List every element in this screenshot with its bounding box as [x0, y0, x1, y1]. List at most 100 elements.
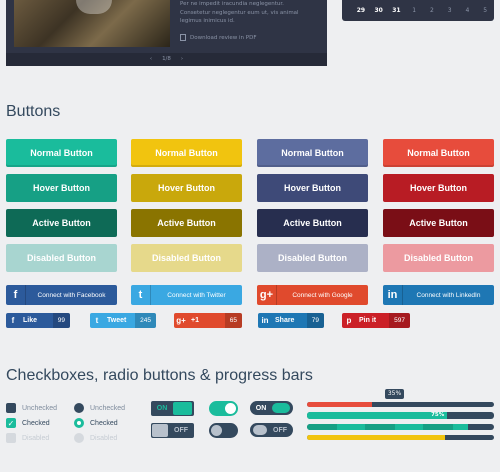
radio-dot[interactable]	[74, 403, 84, 413]
progress-tooltip: 35%	[385, 389, 404, 399]
active-button[interactable]: Active Button	[6, 209, 117, 237]
normal-button[interactable]: Normal Button	[257, 139, 368, 167]
facebook-icon: f	[11, 316, 15, 325]
active-button[interactable]: Active Button	[257, 209, 368, 237]
switch-off[interactable]	[209, 423, 238, 438]
hover-button[interactable]: Hover Button	[131, 174, 242, 202]
hover-button[interactable]: Hover Button	[257, 174, 368, 202]
checkbox-checked[interactable]: ✓ Checked	[6, 418, 50, 428]
progress-bar	[307, 424, 494, 430]
radio-checked[interactable]: Checked	[74, 418, 118, 428]
radio-dot[interactable]	[74, 418, 84, 428]
google-plus-icon: g+	[257, 285, 277, 305]
pill-toggle-off[interactable]: OFF	[250, 423, 293, 437]
checkbox-unchecked[interactable]: Unchecked	[6, 403, 57, 413]
normal-button[interactable]: Normal Button	[6, 139, 117, 167]
twitter-icon: t	[95, 316, 99, 325]
normal-button[interactable]: Normal Button	[383, 139, 494, 167]
pill-toggle-on[interactable]: ON	[250, 401, 293, 415]
share-label: Like	[23, 317, 38, 324]
prev-arrow-icon[interactable]: ‹	[150, 56, 152, 62]
progress-fill	[307, 424, 468, 430]
share-button[interactable]: in Share 79	[258, 313, 324, 328]
switch-knob	[225, 403, 236, 414]
calendar-day[interactable]: 4	[459, 7, 477, 14]
disabled-button: Disabled Button	[257, 244, 368, 272]
toggle-on[interactable]: ON	[151, 401, 194, 416]
active-button[interactable]: Active Button	[131, 209, 242, 237]
pager: ‹ 1/8 ›	[6, 53, 327, 66]
share-count: 245	[135, 313, 156, 328]
google-plus-icon: g+	[176, 316, 186, 325]
connect-label: Connect with Twitter	[167, 291, 226, 299]
checkbox-box[interactable]	[6, 403, 16, 413]
check-icon[interactable]: ✓	[6, 418, 16, 428]
share-count: 597	[389, 313, 410, 328]
radio-unchecked[interactable]: Unchecked	[74, 403, 125, 413]
hover-button[interactable]: Hover Button	[383, 174, 494, 202]
linkedin-icon: in	[383, 285, 403, 305]
share-label: +1	[191, 317, 199, 324]
toggle-knob	[173, 402, 192, 415]
share-button[interactable]: p Pin it 597	[342, 313, 410, 328]
pinterest-icon: p	[346, 316, 352, 325]
calendar-day[interactable]: 31	[388, 7, 406, 14]
calendar-day[interactable]: 29	[352, 7, 370, 14]
switch-knob	[211, 425, 222, 436]
switch-on[interactable]	[209, 401, 238, 416]
disabled-button: Disabled Button	[6, 244, 117, 272]
progress-bar: 75%	[307, 412, 494, 419]
share-count: 99	[52, 313, 70, 328]
share-label: Pin it	[359, 317, 377, 324]
connect-button[interactable]: t Connect with Twitter	[131, 285, 242, 305]
share-label: Share	[275, 317, 295, 324]
calendar-day[interactable]: 1	[405, 7, 423, 14]
review-card: Per ne impedit iracundia neglegentur. Co…	[6, 0, 327, 66]
calendar-day[interactable]: 2	[423, 7, 441, 14]
checks-heading: Checkboxes, radio buttons & progress bar…	[6, 367, 313, 384]
twitter-icon: t	[131, 285, 151, 305]
connect-label: Connect with Facebook	[37, 291, 106, 299]
facebook-icon: f	[6, 285, 26, 305]
pill-knob	[253, 425, 267, 435]
progress-fill: 75%	[307, 412, 448, 419]
checkbox-box	[6, 433, 16, 443]
progress-bar	[307, 402, 494, 407]
share-button[interactable]: t Tweet 245	[90, 313, 156, 328]
connect-label: Connect with LinkedIn	[416, 291, 481, 299]
normal-button[interactable]: Normal Button	[131, 139, 242, 167]
review-description: Per ne impedit iracundia neglegentur. Co…	[180, 1, 299, 24]
calendar-day[interactable]: 30	[370, 7, 388, 14]
progress-bar	[307, 435, 494, 440]
share-count: 79	[306, 313, 324, 328]
connect-button[interactable]: g+ Connect with Google	[257, 285, 368, 305]
document-icon	[180, 34, 186, 41]
calendar-day[interactable]: 5	[476, 7, 494, 14]
share-count: 65	[224, 313, 242, 328]
toggle-off[interactable]: OFF	[151, 423, 194, 438]
checkbox-disabled: Disabled	[6, 433, 49, 443]
connect-button[interactable]: in Connect with LinkedIn	[383, 285, 494, 305]
share-button[interactable]: g+ +1 65	[174, 313, 242, 328]
progress-label: 75%	[431, 412, 445, 418]
download-pdf-link[interactable]: Download review in PDF	[180, 34, 257, 41]
radio-dot	[74, 433, 84, 443]
calendar-strip: 29 30 31 1 2 3 4 5	[342, 0, 494, 21]
pill-knob	[272, 403, 290, 413]
linkedin-icon: in	[261, 316, 269, 325]
radio-disabled: Disabled	[74, 433, 117, 443]
connect-button[interactable]: f Connect with Facebook	[6, 285, 117, 305]
calendar-day[interactable]: 3	[441, 7, 459, 14]
active-button[interactable]: Active Button	[383, 209, 494, 237]
share-label: Tweet	[107, 317, 127, 324]
disabled-button: Disabled Button	[131, 244, 242, 272]
share-button[interactable]: f Like 99	[6, 313, 70, 328]
hover-button[interactable]: Hover Button	[6, 174, 117, 202]
disabled-button: Disabled Button	[383, 244, 494, 272]
next-arrow-icon[interactable]: ›	[181, 56, 183, 62]
buttons-heading: Buttons	[6, 103, 61, 120]
connect-label: Connect with Google	[292, 291, 353, 299]
video-thumbnail[interactable]	[14, 0, 170, 47]
progress-fill	[307, 435, 446, 440]
progress-fill	[307, 402, 373, 407]
